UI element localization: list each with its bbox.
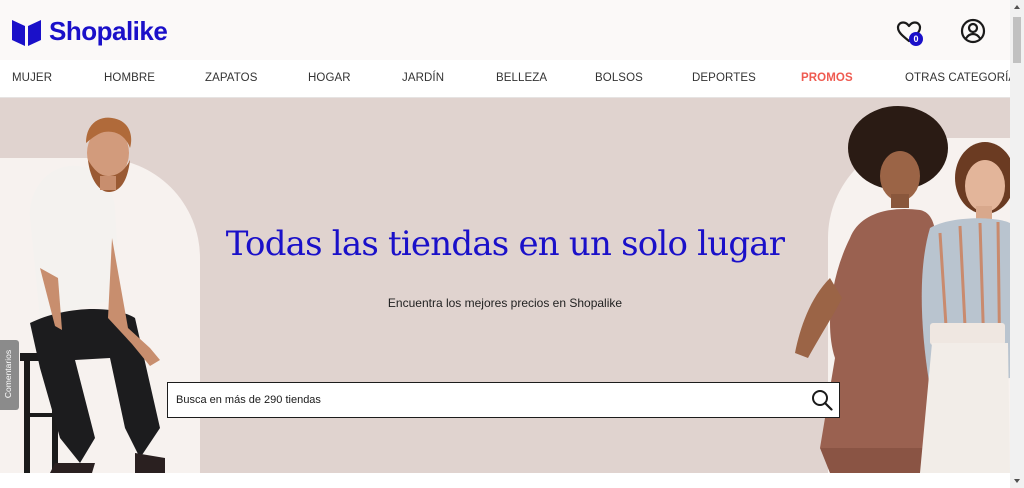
logo-icon [12,19,41,46]
nav-item-otras-categorias[interactable]: OTRAS CATEGORÍAS [905,72,1024,84]
search-icon [812,390,833,411]
nav-item-hombre[interactable]: HOMBRE [104,72,155,84]
nav-item-deportes[interactable]: DEPORTES [692,72,756,84]
wishlist-button[interactable]: 0 [896,20,926,48]
page: Shopalike 0 MUJER HOMBRE ZAPATOS HOGAR J… [0,0,1024,488]
scroll-down-arrow-icon[interactable] [1010,474,1024,488]
feedback-tab[interactable]: Comentarios [0,340,19,410]
nav-item-hogar[interactable]: HOGAR [308,72,351,84]
category-nav: MUJER HOMBRE ZAPATOS HOGAR JARDÍN BELLEZ… [0,60,1024,98]
user-circle-icon [960,18,986,44]
search-button[interactable] [805,383,839,417]
header: Shopalike 0 [0,0,1010,60]
logo[interactable]: Shopalike [12,16,168,47]
hero-banner: Todas las tiendas en un solo lugar Encue… [0,98,1010,473]
nav-item-bolsos[interactable]: BOLSOS [595,72,643,84]
nav-item-jardin[interactable]: JARDÍN [402,72,444,84]
search-input[interactable] [168,383,805,417]
nav-item-belleza[interactable]: BELLEZA [496,72,547,84]
nav-item-zapatos[interactable]: ZAPATOS [205,72,257,84]
brand-name: Shopalike [49,16,168,46]
hero-title: Todas las tiendas en un solo lugar [225,224,785,264]
nav-item-mujer[interactable]: MUJER [12,72,52,84]
search-bar [167,382,840,418]
feedback-tab-label: Comentarios [3,349,13,399]
scroll-up-arrow-icon[interactable] [1010,0,1024,14]
scrollbar-thumb[interactable] [1013,17,1021,63]
wishlist-count-badge: 0 [909,32,923,46]
account-button[interactable] [960,18,986,44]
nav-item-promos[interactable]: PROMOS [801,72,853,84]
hero-subtitle: Encuentra los mejores precios en Shopali… [387,296,623,310]
vertical-scrollbar[interactable] [1010,0,1024,488]
